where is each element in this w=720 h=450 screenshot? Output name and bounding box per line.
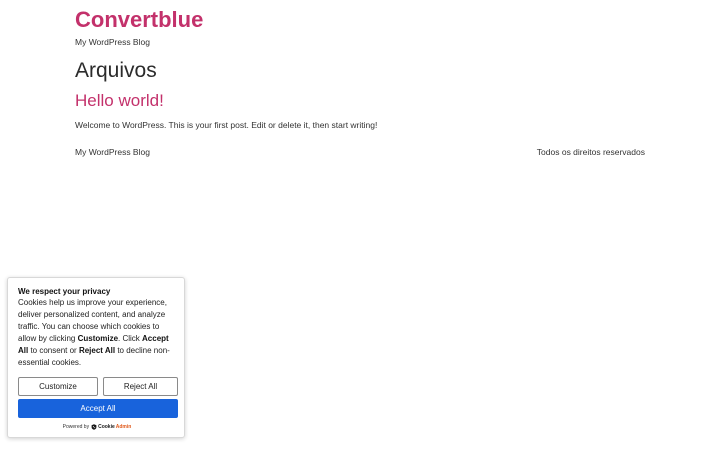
cookie-text-customize: Customize	[77, 334, 119, 344]
site-title-link[interactable]: Convertblue	[75, 6, 203, 34]
cookieadmin-logo-icon	[91, 424, 97, 430]
post-title-link[interactable]: Hello world!	[75, 90, 164, 112]
brand-name-part: Admin	[115, 424, 132, 430]
accept-all-button[interactable]: Accept All	[18, 399, 178, 418]
cookie-banner-title: We respect your privacy	[18, 287, 111, 296]
powered-by: Powered by Cookie Admin	[8, 423, 186, 431]
cookieadmin-brand-link[interactable]: Cookie Admin	[91, 423, 131, 431]
archive-title: Arquivos	[75, 59, 157, 82]
cookie-text-part: to consent or	[28, 346, 79, 356]
site-tagline: My WordPress Blog	[75, 37, 150, 47]
powered-by-label: Powered by	[62, 424, 90, 430]
page: Convertblue My WordPress Blog Arquivos H…	[0, 0, 720, 450]
brand-name-part: Cookie	[98, 424, 115, 430]
post-excerpt: Welcome to WordPress. This is your first…	[75, 120, 378, 130]
cookie-banner-description: Cookies help us improve your experience,…	[18, 297, 178, 370]
reject-all-button[interactable]: Reject All	[103, 377, 178, 396]
cookie-text-part: . Click	[118, 334, 143, 344]
footer-copyright: Todos os direitos reservados	[536, 147, 645, 157]
cookie-consent-banner: We respect your privacy Cookies help us …	[7, 277, 185, 438]
customize-button[interactable]: Customize	[18, 377, 98, 396]
footer-site-name: My WordPress Blog	[75, 147, 150, 157]
cookie-text-reject: Reject All	[78, 346, 116, 356]
